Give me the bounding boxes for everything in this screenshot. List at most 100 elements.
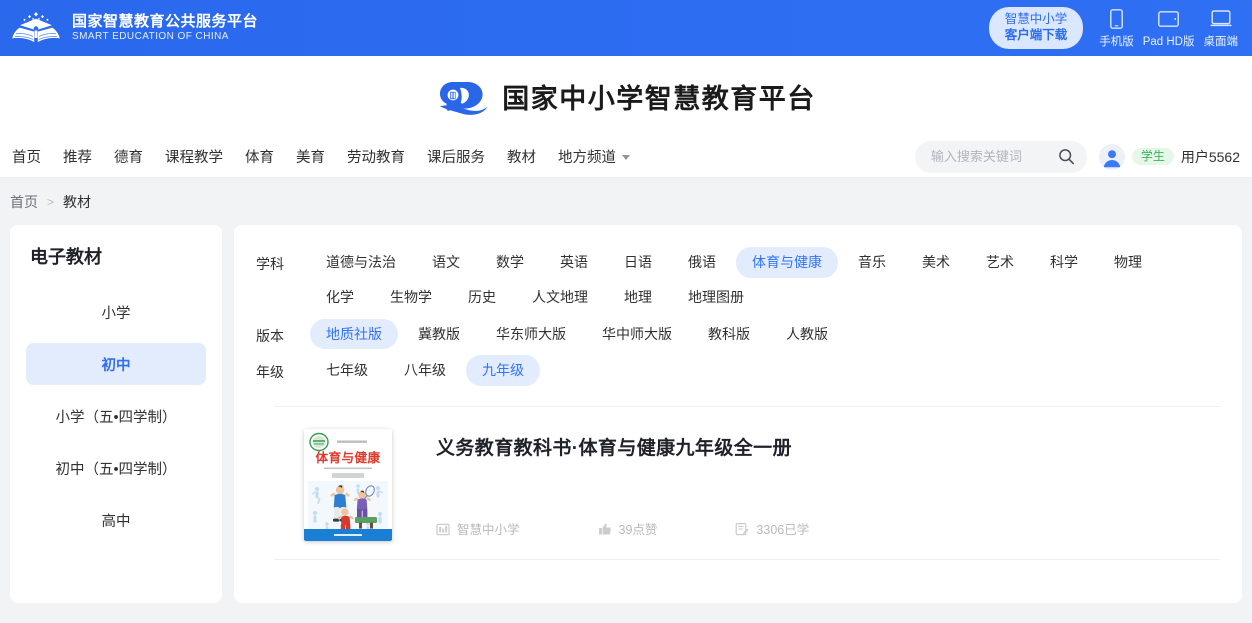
filter-option-subject[interactable]: 地理图册 <box>672 282 760 313</box>
device-link-tablet[interactable]: Pad HD版 <box>1143 8 1195 49</box>
nav-item-moral-education[interactable]: 德育 <box>103 146 154 167</box>
nav-label: 推荐 <box>63 150 92 166</box>
search-icon[interactable] <box>1058 148 1075 165</box>
nav-label: 劳动教育 <box>347 150 405 166</box>
breadcrumb: 首页 > 教材 <box>0 178 1252 225</box>
textbook-result-item[interactable]: 体育与健康 义务教育教科书·体育与健康九年级全一册 智慧中小学 39点赞 330… <box>256 407 1220 559</box>
filter-label-version: 版本 <box>256 327 284 344</box>
top-header-bar: 国家智慧教育公共服务平台 SMART EDUCATION OF CHINA 智慧… <box>0 0 1252 56</box>
nav-item-aesthetic-education[interactable]: 美育 <box>285 146 336 167</box>
client-download-line2: 客户端下载 <box>1004 27 1068 42</box>
sidebar-item-junior-high[interactable]: 初中 <box>26 343 206 385</box>
sidebar-title: 电子教材 <box>30 247 102 267</box>
filter-option-subject[interactable]: 美术 <box>906 247 966 278</box>
meta-likes: 39点赞 <box>598 519 657 538</box>
sidebar-item-primary-54[interactable]: 小学（五•四学制） <box>26 395 206 437</box>
sidebar-item-junior-high-54[interactable]: 初中（五•四学制） <box>26 447 206 489</box>
filter-option-subject[interactable]: 语文 <box>416 247 476 278</box>
filter-option-version-selected[interactable]: 地质社版 <box>310 318 398 350</box>
filter-row-subject: 学科 道德与法治 语文 数学 英语 日语 俄语 体育与健康 音乐 美术 艺术 科… <box>256 245 1220 315</box>
svg-text:体育与健康: 体育与健康 <box>316 450 381 465</box>
filter-option-version[interactable]: 教科版 <box>692 319 766 350</box>
filter-option-subject[interactable]: 道德与法治 <box>310 247 412 278</box>
textbook-title[interactable]: 义务教育教科书·体育与健康九年级全一册 <box>436 433 1220 460</box>
device-label-mobile: 手机版 <box>1099 35 1134 48</box>
filter-option-subject[interactable]: 音乐 <box>842 247 902 278</box>
sidebar: 电子教材 小学 初中 小学（五•四学制） 初中（五•四学制） 高中 <box>10 225 222 603</box>
sidebar-item-label: 初中（五•四学制） <box>55 461 177 478</box>
nav-item-physical-education[interactable]: 体育 <box>234 146 285 167</box>
nav-label: 地方频道 <box>558 150 616 166</box>
client-download-button[interactable]: 智慧中小学 客户端下载 <box>988 6 1084 50</box>
breadcrumb-home[interactable]: 首页 <box>10 192 38 212</box>
site-sub-header: 国家中小学智慧教育平台 <box>0 56 1252 136</box>
tablet-icon <box>1158 8 1180 30</box>
filter-option-grade[interactable]: 七年级 <box>310 355 384 386</box>
desktop-icon <box>1210 8 1232 30</box>
avatar[interactable] <box>1098 143 1125 170</box>
page-title: 国家中小学智慧教育平台 <box>502 83 816 115</box>
nav-label: 美育 <box>296 150 325 166</box>
platform-brand[interactable]: 国家智慧教育公共服务平台 SMART EDUCATION OF CHINA <box>10 9 258 47</box>
filter-option-version[interactable]: 华东师大版 <box>480 319 582 350</box>
content-panel: 学科 道德与法治 语文 数学 英语 日语 俄语 体育与健康 音乐 美术 艺术 科… <box>234 225 1242 603</box>
filter-option-version[interactable]: 人教版 <box>770 319 844 350</box>
nav-item-local-channel[interactable]: 地方频道 <box>547 146 641 167</box>
filter-option-grade[interactable]: 八年级 <box>388 355 462 386</box>
device-link-desktop[interactable]: 桌面端 <box>1204 8 1238 49</box>
search-input[interactable] <box>930 149 1058 164</box>
chevron-down-icon <box>622 155 630 160</box>
nav-item-course-teaching[interactable]: 课程教学 <box>154 146 234 167</box>
publisher-icon <box>436 522 450 536</box>
nav-item-list: 首页 推荐 德育 课程教学 体育 美育 劳动教育 课后服务 教材 地方频道 <box>10 146 641 167</box>
filter-option-subject[interactable]: 数学 <box>480 247 540 278</box>
meta-publisher-text: 智慧中小学 <box>457 523 520 538</box>
filter-option-subject[interactable]: 生物学 <box>374 282 448 313</box>
meta-publisher: 智慧中小学 <box>436 519 520 538</box>
filter-option-subject[interactable]: 历史 <box>452 282 512 313</box>
sidebar-item-label: 小学 <box>101 305 131 322</box>
device-label-tablet: Pad HD版 <box>1142 35 1195 48</box>
user-role-badge: 学生 <box>1131 148 1174 165</box>
filter-row-version: 版本 地质社版 冀教版 华东师大版 华中师大版 教科版 人教版 <box>256 317 1220 352</box>
user-name[interactable]: 用户5562 <box>1181 147 1240 167</box>
nav-item-recommend[interactable]: 推荐 <box>52 146 103 167</box>
textbook-cover-image[interactable]: 体育与健康 <box>304 429 392 542</box>
nav-item-home[interactable]: 首页 <box>10 146 52 167</box>
user-area[interactable]: 学生 用户5562 <box>1098 143 1240 170</box>
filter-options-subject: 道德与法治 语文 数学 英语 日语 俄语 体育与健康 音乐 美术 艺术 科学 物… <box>310 245 1220 315</box>
filter-option-subject[interactable]: 化学 <box>310 282 370 313</box>
brand-title-en: SMART EDUCATION OF CHINA <box>72 31 229 43</box>
filter-option-grade-selected[interactable]: 九年级 <box>466 355 540 387</box>
filter-option-subject[interactable]: 地理 <box>608 282 668 313</box>
phone-icon <box>1110 8 1123 30</box>
filter-option-subject[interactable]: 艺术 <box>970 247 1030 278</box>
sidebar-item-label: 小学（五•四学制） <box>55 409 177 426</box>
filter-option-version[interactable]: 华中师大版 <box>586 319 688 350</box>
cloud-book-logo-icon <box>436 76 490 116</box>
filter-option-subject[interactable]: 人文地理 <box>516 282 604 313</box>
filter-option-subject[interactable]: 物理 <box>1098 247 1158 278</box>
filter-option-subject[interactable]: 英语 <box>544 247 604 278</box>
filter-option-subject[interactable]: 俄语 <box>672 247 732 278</box>
filter-option-subject[interactable]: 日语 <box>608 247 668 278</box>
filter-option-subject[interactable]: 科学 <box>1034 247 1094 278</box>
search-box[interactable] <box>914 140 1087 173</box>
meta-studied-text: 3306已学 <box>756 523 810 538</box>
device-link-mobile[interactable]: 手机版 <box>1099 8 1134 49</box>
filter-option-version[interactable]: 冀教版 <box>402 319 476 350</box>
nav-item-textbooks[interactable]: 教材 <box>496 146 547 167</box>
sidebar-item-senior-high[interactable]: 高中 <box>26 499 206 541</box>
nav-item-after-school-service[interactable]: 课后服务 <box>416 146 496 167</box>
filter-label-grade: 年级 <box>256 364 284 381</box>
meta-studied: 3306已学 <box>735 519 809 538</box>
textbook-meta: 智慧中小学 39点赞 3306已学 <box>436 519 1220 541</box>
sidebar-item-primary[interactable]: 小学 <box>26 291 206 333</box>
breadcrumb-current: 教材 <box>63 193 92 210</box>
main-content: 电子教材 小学 初中 小学（五•四学制） 初中（五•四学制） 高中 学科 道德与… <box>0 225 1252 603</box>
filter-options-version: 地质社版 冀教版 华东师大版 华中师大版 教科版 人教版 <box>310 317 1220 352</box>
filter-option-subject-selected[interactable]: 体育与健康 <box>736 247 838 278</box>
nav-item-labor-education[interactable]: 劳动教育 <box>336 146 416 167</box>
device-links: 手机版 Pad HD版 桌面端 <box>1099 8 1238 49</box>
filter-label-subject: 学科 <box>256 256 284 272</box>
